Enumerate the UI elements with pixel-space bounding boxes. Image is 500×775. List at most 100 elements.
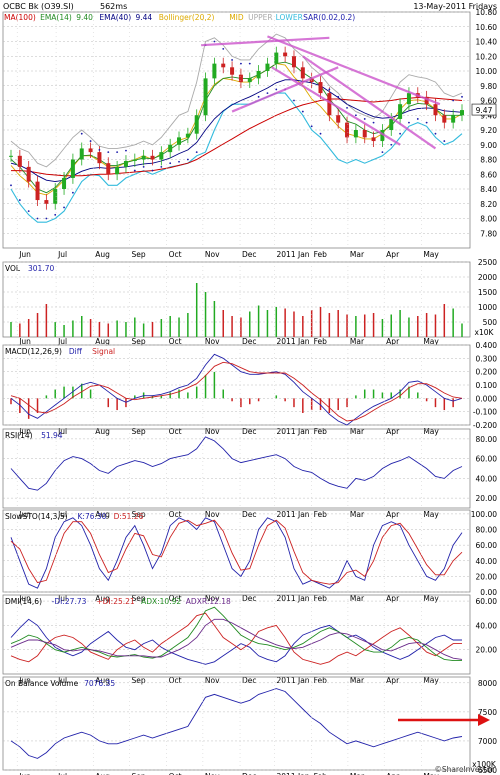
sar-dot <box>337 95 340 98</box>
candle-body <box>9 155 13 157</box>
sar-dot <box>328 88 331 91</box>
sar-dot <box>222 47 225 50</box>
price-ytick: 10.40 <box>476 38 498 47</box>
macd-xtick: Mar <box>350 427 365 436</box>
rsi-xtick: 2011 Jan <box>277 510 310 519</box>
candle-body <box>168 144 173 153</box>
sar-dot <box>54 213 57 216</box>
candle-body <box>79 148 84 160</box>
sar-dot <box>301 110 304 113</box>
sar-dot <box>390 143 393 146</box>
candle-body <box>177 137 182 145</box>
price-legend-item: SAR(0.02,0.2) <box>303 13 355 22</box>
sar-dot <box>231 59 233 61</box>
sar-dot <box>399 132 401 135</box>
stoch-ytick: 0.00 <box>480 588 497 597</box>
sar-dot <box>293 99 295 102</box>
price-legend-item: 9.40 <box>76 13 93 22</box>
sar-dot <box>80 132 83 135</box>
price-xtick: Jul <box>57 250 67 259</box>
macd-ytick: 0.400 <box>476 341 498 350</box>
sar-dot <box>434 132 437 135</box>
macd-ytick: 0.300 <box>476 354 498 363</box>
sar-dot <box>98 149 101 151</box>
sar-dot <box>142 165 145 168</box>
candle-body <box>62 177 67 189</box>
price-xtick: Nov <box>205 250 220 259</box>
sar-dot <box>107 151 110 154</box>
price-xtick: Apr <box>386 250 400 259</box>
candle-body <box>442 115 447 123</box>
sar-dot <box>363 118 366 120</box>
candle-body <box>371 137 376 142</box>
sar-dot <box>452 99 455 102</box>
sar-dot <box>36 217 39 220</box>
rsi-title: RSI(14) <box>5 431 33 440</box>
dmi-legend-item: ADXR:12.18 <box>186 597 231 606</box>
obv-title: On Balance Volume <box>5 679 79 688</box>
sar-dot <box>27 210 30 213</box>
sar-dot <box>248 62 251 65</box>
candle-body <box>26 166 31 182</box>
obv-unit: x100K <box>472 760 497 769</box>
candle-body <box>44 200 49 204</box>
sar-dot <box>151 169 154 172</box>
dmi-legend-item: ADX:10.92 <box>141 597 181 606</box>
stoch-ytick: 80.00 <box>476 526 498 535</box>
sar-dot <box>461 95 463 98</box>
rsi-ytick: 80.00 <box>476 435 498 444</box>
price-legend-item: MID <box>229 13 244 22</box>
candle-body <box>150 155 155 160</box>
sar-dot <box>416 118 419 120</box>
price-ytick: 9.20 <box>480 126 497 135</box>
candle-body <box>159 152 164 160</box>
sar-dot <box>372 121 375 124</box>
sar-dot <box>195 151 198 154</box>
sar-dot <box>319 132 322 135</box>
price-ytick: 10.80 <box>476 8 498 17</box>
rsi-xtick: May <box>423 510 439 519</box>
obv-ytick: 7000 <box>478 737 497 746</box>
stoch-legend-item: D:51.26 <box>114 512 144 521</box>
candle-body <box>291 56 296 68</box>
sar-dot <box>133 169 136 172</box>
candle-body <box>106 163 111 175</box>
macd-xtick: May <box>423 427 439 436</box>
candle-body <box>212 63 217 79</box>
price-ytick: 10.00 <box>476 67 498 76</box>
dmi-legend-item: +DI:25.21 <box>96 597 134 606</box>
dmi-title: DMI(14,6) <box>5 597 42 606</box>
stoch-ytick: 100.00 <box>471 510 497 519</box>
sar-dot <box>408 121 410 124</box>
rsi-xtick: Apr <box>386 510 400 519</box>
candle-body <box>221 63 226 68</box>
macd-ytick: -0.100 <box>473 408 497 417</box>
candle-body <box>97 152 102 164</box>
sar-dot <box>18 199 21 201</box>
sar-dot <box>89 140 92 142</box>
candle-body <box>300 67 305 79</box>
candle-body <box>398 104 403 119</box>
rsi-ytick: 60.00 <box>476 455 498 464</box>
last-value-text: 9.47 <box>476 106 493 115</box>
candle-body <box>318 82 323 94</box>
stoch-legend-item: K:76.30 <box>78 512 107 521</box>
candle-body <box>88 148 93 153</box>
price-ytick: 8.40 <box>480 185 497 194</box>
price-legend-item: Bollinger(20,2) <box>159 13 215 22</box>
macd-ytick: 0.000 <box>476 394 498 403</box>
volume-ytick: 1000 <box>478 303 497 312</box>
volume-unit: x10K <box>475 328 495 337</box>
rsi-xtick: Mar <box>350 510 365 519</box>
candle-body <box>389 118 394 130</box>
candle-body <box>433 104 438 116</box>
candle-body <box>203 78 208 116</box>
candle-body <box>265 63 270 71</box>
last-value-badge: 9.47 <box>471 103 497 116</box>
price-xtick: Oct <box>169 250 182 259</box>
macd-xtick: Dec <box>242 427 257 436</box>
price-legend-item: LOWER <box>276 13 303 22</box>
price-ytick: 8.20 <box>480 200 497 209</box>
stoch-ytick: 20.00 <box>476 572 498 581</box>
volume-title: VOL <box>5 264 21 273</box>
